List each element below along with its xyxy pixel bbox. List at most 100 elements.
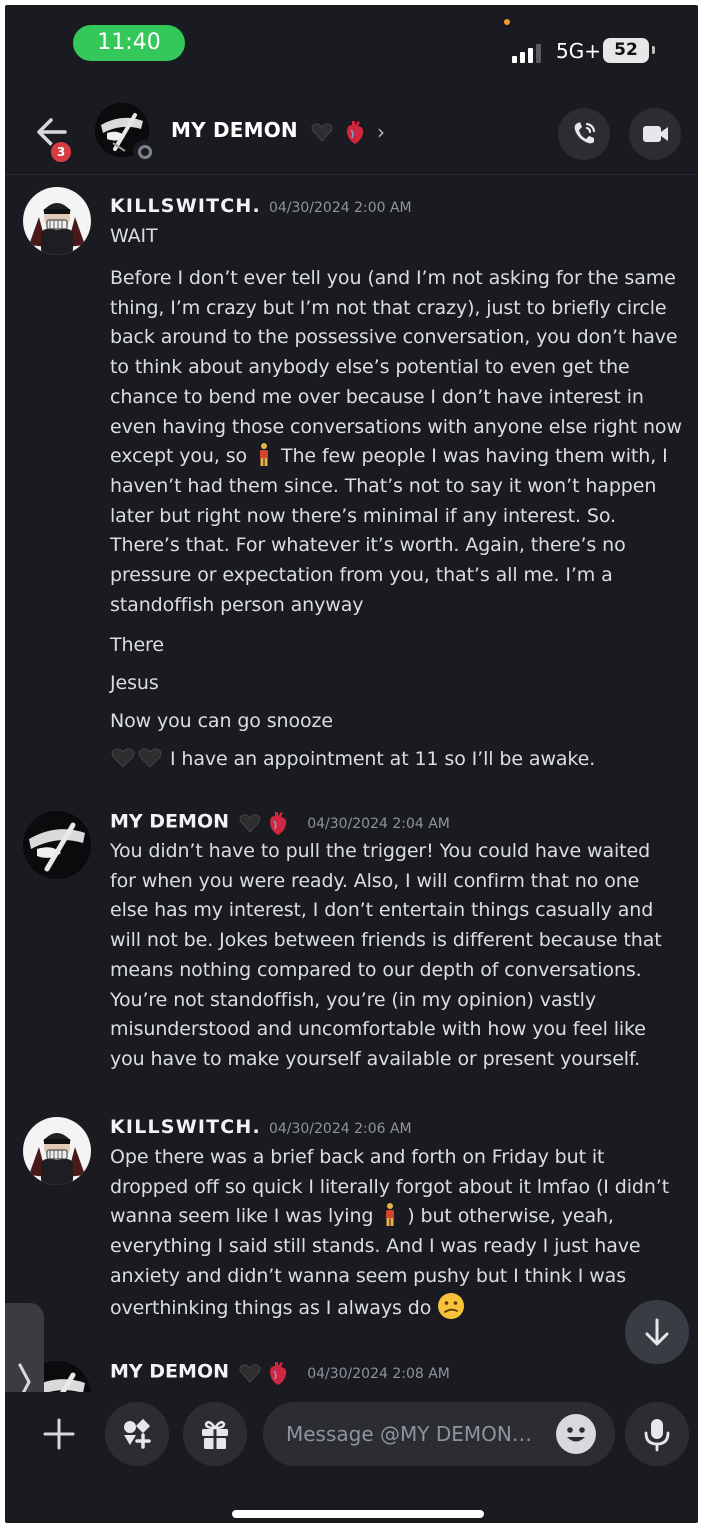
message-line: You’re not standoffish, you’re (in my op… [110,988,596,1011]
message-line: Ope there was a brief back and forth on … [110,1146,605,1168]
message-line: anxiety and didn’t wanna seem pushy but … [110,1264,627,1287]
microphone-icon [644,1419,670,1452]
black-hearts-icon [111,748,162,768]
message-header: KILLSWITCH. 04/30/2024 2:06 AM [110,1116,412,1138]
confused-face-icon [438,1292,465,1319]
phone-call-icon [574,122,596,144]
message-line: you have to make yourself available or p… [110,1047,641,1070]
message-content: Before I don’t ever tell you (and I’m no… [110,264,695,620]
message-line: everything I said still stands. And I wa… [110,1235,641,1258]
author-name[interactable]: KILLSWITCH. [110,1116,261,1138]
message-line: wanna seem like I was lying ) but otherw… [110,1202,695,1232]
skull-character-icon [23,187,91,255]
conversation-title-text: MY DEMON [171,118,298,142]
chevron-right-icon[interactable]: › [377,120,385,144]
apps-button[interactable] [105,1402,169,1466]
emoji-picker-button[interactable] [556,1414,596,1454]
message-line: else has my interest, I don’t entertain … [110,899,654,922]
gift-button[interactable] [183,1402,247,1466]
message-line: haven’t had them since. That’s not to sa… [110,474,657,497]
video-camera-icon [643,126,668,142]
message-content: WAIT [110,222,695,252]
message-line: chance to bend me over because I don’t h… [110,385,644,408]
message-header: MY DEMON 04/30/2024 2:04 AM [110,810,450,836]
message-header: MY DEMON 04/30/2024 2:08 AM [110,1360,450,1386]
battery-tip [652,46,655,54]
message-text-segment: overthinking things as I always do [110,1296,432,1319]
author-name[interactable]: KILLSWITCH. [110,195,261,217]
message-content: There [110,634,164,656]
user-avatar[interactable] [23,187,91,255]
black-heart-icon [239,1364,261,1383]
message-line: You didn’t have to pull the trigger! You… [110,840,651,862]
message-timestamp: 04/30/2024 2:08 AM [307,1365,450,1382]
plus-icon [43,1418,75,1450]
message-line: pressure or expectation from you, that’s… [110,564,613,587]
message-line: for when you were ready. Also, I will co… [110,869,640,892]
scroll-to-bottom-button[interactable] [625,1300,689,1364]
status-bar: 11:40 5G+ 52 [5,5,698,85]
voice-message-button[interactable] [625,1402,689,1466]
anatomical-heart-icon [270,1362,287,1385]
message-text-segment: wanna seem like I was lying [110,1205,374,1228]
unread-badge: 3 [49,140,73,164]
network-type: 5G+ [556,39,601,63]
demon-mask-icon [23,811,91,879]
gift-icon [202,1420,228,1449]
message-content: You didn’t have to pull the trigger! You… [110,837,695,1075]
add-attachment-button[interactable] [27,1402,91,1466]
message-text-segment: except you, so [110,445,248,468]
message-text-segment: ) but otherwise, yeah, [407,1205,614,1228]
anatomical-heart-icon [347,120,364,144]
author-name[interactable]: MY DEMON [110,811,229,833]
apps-icon [124,1418,151,1449]
message-timestamp: 04/30/2024 2:06 AM [268,1121,412,1137]
arrow-down-icon [645,1318,669,1346]
message-line: later but right now there’s minimal if a… [110,504,616,527]
status-time: 11:40 [73,25,185,61]
message-line: There’s that. For whatever it’s worth. A… [110,534,626,557]
phone-screen: 11:40 5G+ 52 3 MY DEMON › KILLSWITCH. 04… [5,5,698,1523]
message-content: Now you can go snooze [110,710,334,732]
user-avatar[interactable] [23,1117,91,1185]
battery-level: 52 [603,38,649,63]
message-line: dropped off so quick I literally forgot … [110,1175,670,1198]
message-composer [5,1392,698,1482]
message-line: back around to the possessive conversati… [110,326,678,349]
message-line: except you, so The few people I was havi… [110,442,695,472]
message-line: WAIT [110,225,158,247]
person-standing-icon [260,443,269,467]
message-list[interactable]: KILLSWITCH. 04/30/2024 2:00 AM WAIT Befor… [5,177,698,1392]
message-line: to think about anybody else’s potential … [110,356,630,379]
message-content: Ope there was a brief back and forth on … [110,1143,695,1323]
message-line: will not be. Jokes between friends is di… [110,929,662,952]
dm-header: 3 MY DEMON › [5,90,698,175]
user-avatar[interactable] [23,811,91,879]
author-name[interactable]: MY DEMON [110,1361,229,1383]
message-line: misunderstood and uncomfortable with how… [110,1018,646,1041]
message-line: thing, I’m crazy but I’m not that crazy)… [110,296,667,319]
conversation-title[interactable]: MY DEMON [171,118,366,145]
message-timestamp: 04/30/2024 2:04 AM [307,815,450,832]
video-call-button[interactable] [629,108,681,160]
anatomical-heart-icon [270,812,287,835]
cellular-signal-icon [512,44,541,63]
person-standing-icon [386,1203,395,1227]
message-text-segment: The few people I was having them with, I [280,445,668,468]
message-header: KILLSWITCH. 04/30/2024 2:00 AM [110,195,412,217]
black-heart-icon [311,123,333,141]
message-line: even having those conversations with any… [110,415,682,438]
message-text-segment: I have an appointment at 11 so I’ll be a… [169,748,596,770]
message-line: overthinking things as I always do [110,1292,695,1324]
message-timestamp: 04/30/2024 2:00 AM [268,200,412,216]
voice-call-button[interactable] [558,108,610,160]
skull-character-icon [23,1117,91,1185]
message-line: Before I don’t ever tell you (and I’m no… [110,267,676,289]
message-line: standoffish person anyway [110,593,364,616]
home-indicator[interactable] [232,1510,484,1518]
black-heart-icon [239,814,261,833]
smile-icon [567,1427,585,1442]
offline-status-icon [133,140,155,162]
message-line: means nothing compared to our depth of c… [110,958,642,981]
message-content: I have an appointment at 11 so I’ll be a… [110,745,695,775]
